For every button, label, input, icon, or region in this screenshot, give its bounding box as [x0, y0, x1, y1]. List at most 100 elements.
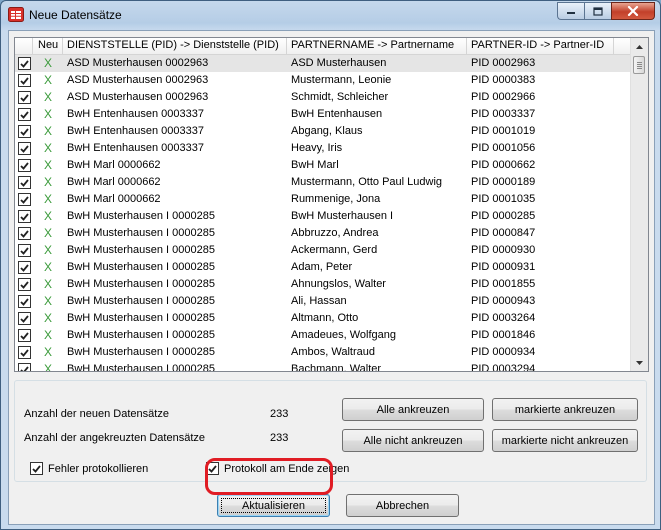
log-errors-checkbox[interactable]: Fehler protokollieren [30, 462, 148, 475]
header-partnername[interactable]: PARTNERNAME -> Partnername [287, 38, 467, 54]
table-row[interactable]: X BwH Marl 0000662 BwH Marl PID 0000662 [15, 157, 631, 174]
header-partner-id[interactable]: PARTNER-ID -> Partner-ID [467, 38, 614, 54]
row-checkbox[interactable] [18, 91, 31, 104]
header-dienststelle[interactable]: DIENSTSTELLE (PID) -> Dienststelle (PID) [63, 38, 287, 54]
row-checkbox[interactable] [18, 363, 31, 371]
row-checkbox-cell[interactable] [15, 276, 33, 293]
checkmark-icon [20, 161, 29, 170]
row-checkbox-cell[interactable] [15, 208, 33, 225]
cancel-button[interactable]: Abbrechen [346, 494, 459, 517]
new-mark: X [43, 226, 52, 240]
header-select-column[interactable] [15, 38, 33, 54]
row-checkbox[interactable] [18, 295, 31, 308]
row-checkbox[interactable] [18, 176, 31, 189]
checkmark-icon [20, 212, 29, 221]
table-row[interactable]: X BwH Musterhausen I 0000285 Ali, Hassan PI… [15, 293, 631, 310]
uncheck-marked-button[interactable]: markierte nicht ankreuzen [492, 429, 638, 452]
new-mark: X [43, 345, 52, 359]
row-checkbox[interactable] [18, 210, 31, 223]
dialog-window: Neue Datensätze Neu DIENSTSTELLE (PID) -… [0, 0, 661, 530]
show-log-checkbox-box[interactable] [206, 462, 219, 475]
row-checkbox-cell[interactable] [15, 123, 33, 140]
table-row[interactable]: X BwH Musterhausen I 0000285 Altmann, Otto… [15, 310, 631, 327]
row-new-cell: X [33, 106, 63, 123]
row-checkbox-cell[interactable] [15, 157, 33, 174]
table-row[interactable]: X BwH Musterhausen I 0000285 Bachmann, Wal… [15, 361, 631, 371]
minimize-button[interactable] [557, 2, 584, 20]
table-row[interactable]: X BwH Marl 0000662 Rummenige, Jona PID 0001… [15, 191, 631, 208]
table-row[interactable]: X BwH Musterhausen I 0000285 Ackermann, Ge… [15, 242, 631, 259]
row-checkbox-cell[interactable] [15, 242, 33, 259]
title-bar[interactable]: Neue Datensätze [1, 1, 660, 29]
row-checkbox[interactable] [18, 193, 31, 206]
row-checkbox[interactable] [18, 346, 31, 359]
table-row[interactable]: X ASD Musterhausen 0002963 Schmidt, Schlei… [15, 89, 631, 106]
row-checkbox[interactable] [18, 57, 31, 70]
row-checkbox-cell[interactable] [15, 106, 33, 123]
row-checkbox-cell[interactable] [15, 191, 33, 208]
row-checkbox[interactable] [18, 159, 31, 172]
row-dienststelle: BwH Musterhausen I 0000285 [67, 295, 215, 307]
row-checkbox-cell[interactable] [15, 293, 33, 310]
new-mark: X [43, 56, 52, 70]
row-checkbox-cell[interactable] [15, 327, 33, 344]
row-checkbox[interactable] [18, 278, 31, 291]
row-new-cell: X [33, 55, 63, 72]
uncheck-all-button[interactable]: Alle nicht ankreuzen [342, 429, 484, 452]
scroll-up-button[interactable] [631, 38, 648, 55]
row-checkbox[interactable] [18, 244, 31, 257]
log-errors-label: Fehler protokollieren [48, 462, 149, 475]
row-partnername: Heavy, Iris [291, 142, 343, 154]
new-mark: X [43, 192, 52, 206]
close-button[interactable] [611, 2, 655, 20]
row-checkbox-cell[interactable] [15, 55, 33, 72]
table-row[interactable]: X BwH Musterhausen I 0000285 BwH Musterhau… [15, 208, 631, 225]
row-checkbox-cell[interactable] [15, 174, 33, 191]
table-row[interactable]: X ASD Musterhausen 0002963 Mustermann, Leo… [15, 72, 631, 89]
row-checkbox[interactable] [18, 227, 31, 240]
log-errors-checkbox-box[interactable] [30, 462, 43, 475]
row-checkbox-cell[interactable] [15, 89, 33, 106]
table-row[interactable]: X BwH Entenhausen 0003337 Heavy, Iris PID 0… [15, 140, 631, 157]
row-partnername: Rummenige, Jona [291, 193, 381, 205]
check-marked-button[interactable]: markierte ankreuzen [492, 398, 638, 421]
row-checkbox-cell[interactable] [15, 361, 33, 371]
scroll-down-button[interactable] [631, 354, 648, 371]
table-row[interactable]: X BwH Musterhausen I 0000285 Ahnungslos, W… [15, 276, 631, 293]
table-row[interactable]: X BwH Musterhausen I 0000285 Abbruzzo, And… [15, 225, 631, 242]
table-row[interactable]: X BwH Marl 0000662 Mustermann, Otto Paul L… [15, 174, 631, 191]
check-all-button[interactable]: Alle ankreuzen [342, 398, 484, 421]
row-checkbox[interactable] [18, 74, 31, 87]
table-row[interactable]: X BwH Musterhausen I 0000285 Ambos, Waltra… [15, 344, 631, 361]
checkmark-icon [20, 348, 29, 357]
header-neu[interactable]: Neu [33, 38, 63, 54]
row-checkbox-cell[interactable] [15, 310, 33, 327]
row-checkbox[interactable] [18, 142, 31, 155]
row-dienststelle: BwH Marl 0000662 [67, 193, 161, 205]
show-log-checkbox[interactable]: Protokoll am Ende zeigen [206, 462, 349, 475]
table-row[interactable]: X BwH Musterhausen I 0000285 Adam, Peter PI… [15, 259, 631, 276]
row-checkbox-cell[interactable] [15, 140, 33, 157]
row-checkbox[interactable] [18, 329, 31, 342]
row-checkbox-cell[interactable] [15, 259, 33, 276]
row-checkbox[interactable] [18, 312, 31, 325]
row-checkbox[interactable] [18, 108, 31, 121]
new-mark: X [43, 141, 52, 155]
table-row[interactable]: X BwH Musterhausen I 0000285 Amadeues, Wol… [15, 327, 631, 344]
row-checkbox-cell[interactable] [15, 72, 33, 89]
table-row[interactable]: X ASD Musterhausen 0002963 ASD Musterhause… [15, 55, 631, 72]
row-partnername: Ambos, Waltraud [291, 346, 375, 358]
refresh-button[interactable]: Aktualisieren [217, 494, 330, 517]
grid-vertical-scrollbar[interactable] [630, 38, 648, 371]
maximize-button[interactable] [584, 2, 611, 20]
row-new-cell: X [33, 89, 63, 106]
scroll-thumb[interactable] [633, 56, 645, 74]
table-row[interactable]: X BwH Entenhausen 0003337 BwH Entenhausen P… [15, 106, 631, 123]
row-new-cell: X [33, 310, 63, 327]
row-checkbox-cell[interactable] [15, 225, 33, 242]
row-checkbox[interactable] [18, 261, 31, 274]
row-partnername: Abbruzzo, Andrea [291, 227, 379, 239]
row-checkbox[interactable] [18, 125, 31, 138]
table-row[interactable]: X BwH Entenhausen 0003337 Abgang, Klaus PID… [15, 123, 631, 140]
row-checkbox-cell[interactable] [15, 344, 33, 361]
